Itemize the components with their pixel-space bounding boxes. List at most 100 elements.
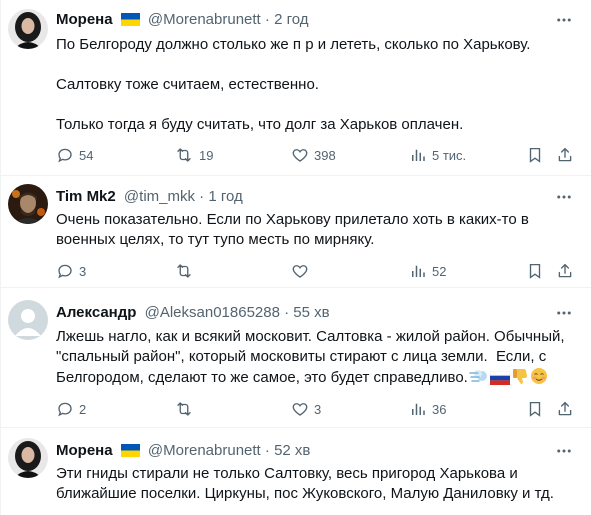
bookmark-icon [529,263,541,279]
retweet-button[interactable] [174,261,199,281]
display-name[interactable]: Морена [56,442,113,459]
share-button[interactable] [556,261,574,281]
user-handle[interactable]: @Morenabrunett [148,442,261,459]
reply-count: 3 [79,263,87,279]
views-icon [412,149,425,161]
russia-flag-icon [489,370,511,391]
timestamp[interactable]: 2 год [274,11,308,28]
more-icon[interactable] [552,10,576,30]
smiling-face-icon [530,367,548,391]
reply-count: 2 [79,401,87,417]
tweet-line: военных целях, то тут тупо месть по мирн… [56,231,375,248]
like-count: 398 [314,147,336,163]
tweet-actions: 2 3 36 [56,399,581,419]
tweet-header: Александр @Aleksan01865288 · 55 хв [56,303,330,323]
ukraine-flag-icon [120,443,140,463]
retweet-count: 19 [199,147,214,163]
share-button[interactable] [556,145,574,165]
views-icon [412,403,425,415]
bookmark-button[interactable] [526,261,544,281]
display-name[interactable]: Морена [56,11,113,28]
tweet-header: Tim Mk2 @tim_mkk · 1 год [56,187,243,207]
display-name[interactable]: Tim Mk2 [56,188,116,205]
views-icon [412,265,425,277]
reply-button[interactable]: 54 [56,145,93,165]
bookmark-icon [529,147,541,163]
timestamp[interactable]: 1 год [208,188,242,205]
user-handle[interactable]: @tim_mkk [124,188,195,205]
reply-icon [58,402,72,417]
retweet-icon [177,402,191,416]
tweet-text: Лжешь нагло, как и всякий московит. Салт… [56,327,581,391]
ukraine-flag-icon [120,12,140,32]
display-name[interactable]: Александр [56,304,136,321]
share-icon [558,147,572,162]
like-button[interactable] [291,261,314,281]
user-handle[interactable]: @Aleksan01865288 [145,304,280,321]
tweet-2[interactable]: Tim Mk2 @tim_mkk · 1 год Очень показател… [1,176,591,288]
tweet-line: Только тогда я буду считать, что долг за… [56,116,464,133]
avatar-default[interactable] [8,300,48,340]
thumbs-down-icon [511,367,529,391]
separator-dot: · [264,442,275,459]
tweet-line: Очень показательно. Если по Харькову при… [56,211,529,228]
reply-icon [58,264,72,279]
tweet-line: "спальный район", который московиты стир… [56,348,547,365]
like-icon [292,403,308,416]
views-button[interactable]: 52 [409,261,446,281]
timestamp[interactable]: 52 хв [274,442,310,459]
retweet-button[interactable]: 19 [174,145,213,165]
separator-dot: · [284,304,294,321]
like-button[interactable]: 3 [291,399,321,419]
timestamp[interactable]: 55 хв [293,304,329,321]
bookmark-button[interactable] [526,145,544,165]
tweet-line: Лжешь нагло, как и всякий московит. Салт… [56,328,565,345]
tweet-text: Эти гниды стирали не только Салтовку, ве… [56,464,581,504]
views-count: 5 тис. [432,147,467,163]
reply-icon [58,148,72,163]
bookmark-button[interactable] [526,399,544,419]
avatar-morena[interactable] [8,9,48,49]
user-handle[interactable]: @Morenabrunett [148,11,261,28]
like-icon [292,265,308,278]
tweet-text: По Белгороду должно столько же п р и лет… [56,35,581,135]
tweet-line: Белгородом, сделают то же самое, это буд… [56,367,581,391]
more-icon[interactable] [552,441,576,461]
tweet-header: Морена @Morenabrunett · 52 хв [56,441,310,463]
more-icon[interactable] [552,303,576,323]
like-button[interactable]: 398 [291,145,336,165]
dash-icon [469,367,489,391]
tweet-4[interactable]: Морена @Morenabrunett · 52 хв Эти гниды … [1,428,591,515]
separator-dot: · [199,188,209,205]
avatar-morena[interactable] [8,438,48,478]
tweet-actions: 3 52 [56,261,581,281]
separator-dot: · [264,11,275,28]
reply-count: 54 [79,147,94,163]
tweet-1[interactable]: Морена @Morenabrunett · 2 год По Белгоро… [1,0,591,176]
views-count: 52 [432,263,447,279]
tweet-line: Салтовку тоже считаем, естественно. [56,76,319,93]
retweet-icon [177,264,191,278]
tweet-3[interactable]: Александр @Aleksan01865288 · 55 хв Лжешь… [1,288,591,428]
reply-button[interactable]: 2 [56,399,86,419]
reply-button[interactable]: 3 [56,261,86,281]
tweet-line [56,95,581,115]
views-button[interactable]: 36 [409,399,446,419]
reply-thread: Морена @Morenabrunett · 2 год По Белгоро… [0,0,591,515]
more-icon[interactable] [552,187,576,207]
like-icon [292,149,308,162]
tweet-line [56,55,581,75]
tweet-header: Морена @Morenabrunett · 2 год [56,10,308,32]
tweet-line: По Белгороду должно столько же п р и лет… [56,36,531,53]
bookmark-icon [529,401,541,417]
tweet-actions: 54 19 398 5 тис. [56,145,581,165]
tweet-line: Эти гниды стирали не только Салтовку, ве… [56,465,518,482]
share-button[interactable] [556,399,574,419]
like-count: 3 [314,401,322,417]
retweet-button[interactable] [174,399,199,419]
views-count: 36 [432,401,447,417]
tweet-text: Очень показательно. Если по Харькову при… [56,210,581,250]
views-button[interactable]: 5 тис. [409,145,466,165]
avatar-tim[interactable] [8,184,48,224]
retweet-icon [177,148,191,162]
